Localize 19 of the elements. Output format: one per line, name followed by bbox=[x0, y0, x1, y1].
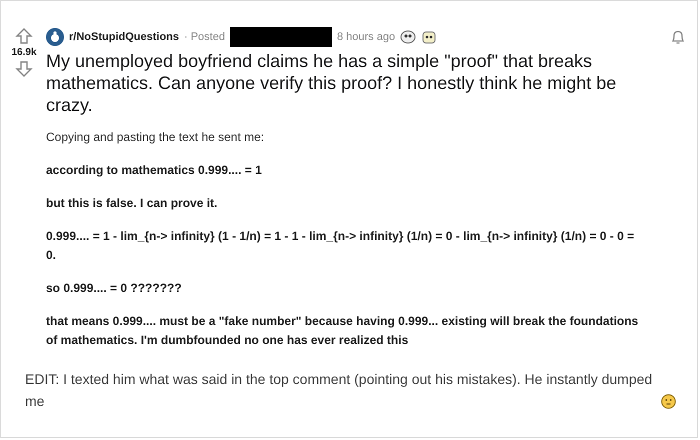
upvote-icon[interactable] bbox=[15, 27, 33, 45]
subreddit-link[interactable]: r/NoStupidQuestions bbox=[69, 31, 179, 43]
edit-note: EDIT: I texted him what was said in the top comment (pointing out his mistakes). He instantly dumped me bbox=[25, 370, 654, 411]
post-time: 8 hours ago bbox=[336, 31, 396, 43]
post-title[interactable]: My unemployed boyfriend claims he has a simple "proof" that breaks mathematics. Can anyone verify this proof? I honestly think he might be crazy. bbox=[46, 50, 666, 116]
post-paragraph: 0.999.... = 1 - lim_{n-> infinity} (1 - 1/n) = 1 - 1 - lim_{n-> infinity} (1/n) = 0 - lim_{n-> infinity} (1/n) = 0 - 0 = 0. bbox=[46, 228, 636, 264]
award-icon bbox=[400, 30, 416, 44]
downvote-icon[interactable] bbox=[15, 60, 33, 78]
post-paragraph: that means 0.999.... must be a "fake number" because having 0.999... existing will break the foundations of mathematics. I'm dumbfounded no one has ever realized this bbox=[46, 313, 640, 349]
post-paragraph: but this is false. I can prove it. bbox=[46, 195, 218, 212]
posted-label: · Posted bbox=[184, 31, 225, 43]
notification-bell-icon[interactable] bbox=[669, 28, 687, 46]
post-paragraph: so 0.999.... = 0 ??????? bbox=[46, 280, 183, 297]
subreddit-avatar-icon[interactable] bbox=[46, 28, 64, 46]
award-icon bbox=[421, 29, 438, 45]
emoji-icon bbox=[661, 394, 676, 409]
post-paragraph: according to mathematics 0.999.... = 1 bbox=[46, 162, 263, 179]
vote-count: 16.9k bbox=[11, 47, 37, 58]
post-paragraph: Copying and pasting the text he sent me: bbox=[46, 129, 266, 146]
